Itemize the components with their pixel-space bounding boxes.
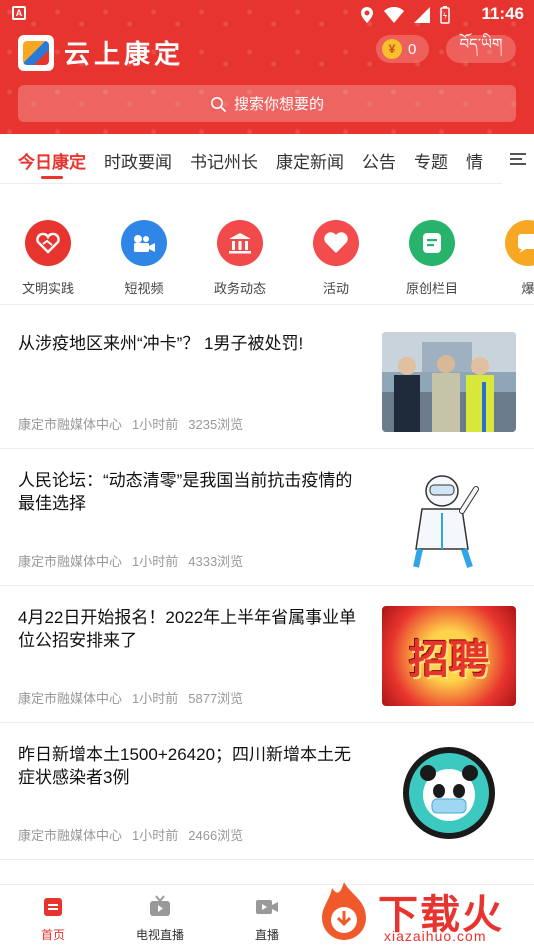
shortcut-label: 活动	[322, 281, 349, 296]
news-source: 康定市融媒体中心	[18, 417, 123, 432]
shortcut-grid: 文明实践 短视频 政务动态 活动 原创栏目 爆	[0, 215, 534, 303]
status-time: 11:46	[481, 4, 524, 23]
tab-secretary-governor[interactable]: 书记州长	[190, 148, 258, 173]
status-icons	[360, 6, 450, 24]
nav-label: 直播	[254, 928, 279, 942]
news-item[interactable]: 从涉疫地区来州“冲卡”？ 1男子被处罚! 康定市融媒体中心 1小时前 3235浏…	[0, 312, 534, 449]
message-icon	[505, 220, 534, 266]
shortcut-civilization-practice[interactable]: 文明实践	[0, 215, 96, 297]
shortcut-breaking[interactable]: 爆	[480, 215, 534, 297]
nav-label: 首页	[40, 928, 65, 942]
government-building-icon	[217, 220, 263, 266]
watermark-url: xiazaihuo.com	[384, 928, 487, 944]
news-title: 昨日新增本土1500+26420；四川新增本土无症状感染者3例	[18, 745, 352, 787]
tab-today-kangding[interactable]: 今日康定	[18, 148, 86, 173]
news-title: 人民论坛：“动态清零”是我国当前抗击疫情的最佳选择	[18, 471, 353, 513]
heart-hands-icon	[25, 220, 71, 266]
news-views: 3235浏览	[188, 417, 244, 432]
news-title: 4月22日开始报名！2022年上半年省属事业单位公招安排来了	[18, 608, 357, 650]
nav-home[interactable]: 首页	[8, 895, 98, 943]
tv-icon	[150, 895, 170, 916]
battery-icon	[440, 6, 450, 24]
news-item[interactable]: 4月22日开始报名！2022年上半年省属事业单位公招安排来了 康定市融媒体中心 …	[0, 586, 534, 723]
tab-topics[interactable]: 专题	[414, 148, 448, 173]
shortcut-label: 短视频	[124, 281, 164, 296]
app-header: A 11:46 云上康定 ¥ 0 བོད་ཡིག 搜索你想要的	[0, 0, 534, 134]
shortcut-activities[interactable]: 活动	[288, 215, 384, 297]
watermark-logo: 下载火 xiazaihuo.com	[312, 880, 534, 950]
shortcut-label: 爆	[521, 281, 534, 296]
news-time: 1小时前	[132, 417, 179, 432]
tab-kangding-news[interactable]: 康定新闻	[276, 148, 344, 173]
menu-icon	[510, 153, 526, 165]
coin-balance-button[interactable]: ¥ 0	[376, 35, 429, 63]
shortcut-label: 文明实践	[21, 281, 74, 296]
coin-icon: ¥	[382, 39, 402, 59]
heart-icon	[313, 220, 359, 266]
channel-menu-button[interactable]	[502, 134, 534, 184]
logo-mark	[23, 41, 49, 65]
shortcut-government-affairs[interactable]: 政务动态	[192, 215, 288, 297]
signal-icon	[414, 7, 430, 23]
shortcut-short-video[interactable]: 短视频	[96, 215, 192, 297]
news-views: 2466浏览	[188, 828, 244, 843]
language-switch-button[interactable]: བོད་ཡིག	[446, 35, 516, 63]
news-time: 1小时前	[132, 554, 179, 569]
news-thumbnail-recruitment: 招聘	[382, 606, 516, 706]
news-time: 1小时前	[132, 828, 179, 843]
active-tab-indicator	[41, 176, 63, 179]
news-views: 4333浏览	[188, 554, 244, 569]
news-thumbnail-panda	[382, 743, 516, 843]
coin-count: 0	[408, 40, 417, 58]
status-bar: A 11:46	[0, 0, 534, 28]
tab-announcement[interactable]: 公告	[362, 148, 396, 173]
document-icon	[409, 220, 455, 266]
wifi-icon	[384, 7, 404, 23]
news-meta: 康定市融媒体中心 1小时前 4333浏览	[18, 551, 243, 570]
home-icon	[44, 898, 62, 916]
app-title: 云上康定	[64, 40, 185, 70]
news-source: 康定市融媒体中心	[18, 691, 123, 706]
shortcut-label: 原创栏目	[405, 281, 458, 296]
nav-live[interactable]: 直播	[222, 895, 312, 943]
search-placeholder: 搜索你想要的	[233, 96, 324, 113]
nav-tv-live[interactable]: 电视直播	[115, 895, 205, 943]
live-video-icon	[256, 900, 278, 914]
news-views: 5877浏览	[188, 691, 244, 706]
shortcut-original-column[interactable]: 原创栏目	[384, 215, 480, 297]
nav-label: 电视直播	[135, 928, 184, 942]
location-icon	[361, 7, 373, 23]
news-meta: 康定市融媒体中心 1小时前 3235浏览	[18, 414, 243, 433]
news-item[interactable]: 昨日新增本土1500+26420；四川新增本土无症状感染者3例 康定市融媒体中心…	[0, 723, 534, 860]
news-thumbnail-medic	[382, 469, 516, 569]
news-thumbnail-police	[382, 332, 516, 432]
news-meta: 康定市融媒体中心 1小时前 5877浏览	[18, 688, 243, 707]
section-divider	[0, 304, 534, 305]
video-camera-icon	[121, 220, 167, 266]
news-time: 1小时前	[132, 691, 179, 706]
search-icon	[210, 96, 226, 112]
shortcut-label: 政务动态	[213, 281, 266, 296]
news-meta: 康定市融媒体中心 1小时前 2466浏览	[18, 825, 243, 844]
status-app-icon: A	[12, 6, 26, 20]
news-title: 从涉疫地区来州“冲卡”？ 1男子被处罚!	[18, 334, 304, 353]
news-source: 康定市融媒体中心	[18, 828, 123, 843]
recruitment-thumb-text: 招聘	[409, 636, 489, 683]
tab-partial[interactable]: 情	[466, 148, 483, 173]
app-logo	[18, 35, 54, 71]
fire-logo-icon	[322, 882, 366, 940]
channel-tabs: 今日康定 时政要闻 书记州长 康定新闻 公告 专题 情	[0, 134, 534, 184]
news-item[interactable]: 人民论坛：“动态清零”是我国当前抗击疫情的最佳选择 康定市融媒体中心 1小时前 …	[0, 449, 534, 586]
search-bar[interactable]: 搜索你想要的	[18, 85, 516, 122]
news-source: 康定市融媒体中心	[18, 554, 123, 569]
tab-politics-news[interactable]: 时政要闻	[104, 148, 172, 173]
